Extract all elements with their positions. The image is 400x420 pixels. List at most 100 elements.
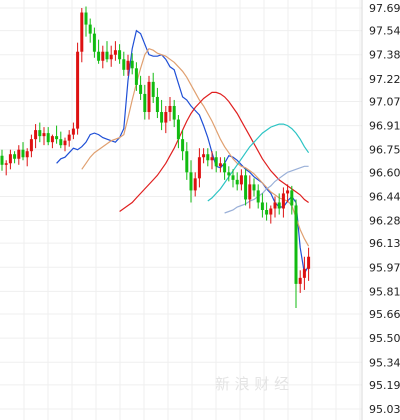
candle	[0, 149, 4, 171]
candle	[113, 41, 117, 61]
candle-body	[151, 81, 155, 97]
y-tick-label: 95.81	[369, 285, 400, 298]
candle	[97, 39, 101, 64]
candle	[17, 145, 21, 165]
candle-body	[134, 68, 138, 85]
candle-body	[29, 139, 33, 152]
candle-body	[160, 112, 164, 123]
candle-body	[21, 149, 25, 158]
candle-body	[67, 134, 71, 141]
candle	[8, 149, 12, 170]
candle	[181, 130, 185, 161]
candle-body	[227, 172, 231, 176]
candle-body	[63, 140, 67, 146]
y-tick-label: 96.91	[369, 120, 400, 133]
candle-body	[59, 139, 63, 146]
candle-body	[84, 12, 88, 25]
candle-body	[155, 96, 159, 113]
candle	[193, 172, 197, 197]
candle-body	[239, 175, 243, 185]
candle-body	[130, 60, 134, 69]
y-tick-label: 96.60	[369, 166, 400, 179]
y-tick-label: 95.34	[369, 356, 400, 369]
y-tick-label: 95.19	[369, 379, 400, 392]
candle-body	[218, 163, 222, 167]
candle	[256, 184, 260, 209]
candle-body	[55, 136, 59, 140]
candle	[281, 187, 285, 218]
candle	[4, 160, 8, 176]
candle-body	[0, 155, 4, 165]
y-tick-label: 96.44	[369, 190, 400, 203]
candlestick-chart: 97.69 97.54 97.38 97.22 97.07 96.91 96.75 96.60…	[0, 0, 400, 420]
candle	[302, 256, 306, 290]
candle	[25, 148, 29, 167]
candle-body	[244, 175, 248, 200]
candle-body	[172, 105, 176, 120]
candle	[210, 151, 214, 170]
candle-body	[101, 51, 105, 61]
candle	[248, 175, 252, 209]
candle	[29, 134, 33, 158]
candle	[105, 41, 109, 63]
candle-body	[260, 202, 264, 211]
y-tick-label: 97.07	[369, 95, 400, 108]
candle-body	[13, 154, 17, 159]
candle-body	[71, 128, 75, 135]
candle-body	[42, 133, 46, 137]
candle-body	[147, 81, 151, 113]
candle-body	[256, 190, 260, 203]
watermark: 新 浪 财 经	[215, 375, 289, 393]
candle	[109, 45, 113, 67]
candle	[252, 178, 256, 197]
candle-body	[269, 208, 273, 215]
candle-body	[76, 51, 80, 129]
candle-body	[210, 157, 214, 161]
grid-lines	[0, 0, 362, 420]
candle	[13, 151, 17, 164]
candle-body	[38, 130, 42, 137]
candle	[214, 151, 218, 173]
candle	[307, 247, 311, 281]
candle	[151, 72, 155, 103]
candle-body	[307, 256, 311, 269]
candle-body	[113, 50, 117, 55]
y-axis-ticks: 97.69 97.54 97.38 97.22 97.07 96.91 96.75 96.60…	[369, 2, 400, 416]
candle	[298, 270, 302, 293]
candle-body	[286, 190, 290, 194]
y-tick-label: 95.50	[369, 332, 400, 345]
candle-body	[126, 60, 130, 70]
candle-body	[80, 12, 84, 52]
candle-body	[197, 157, 201, 179]
candle-body	[164, 112, 168, 123]
candle-body	[34, 130, 38, 140]
candle-body	[206, 154, 210, 161]
candle-body	[25, 151, 29, 158]
candle	[155, 87, 159, 119]
candle	[122, 51, 126, 76]
candle	[84, 6, 88, 37]
candle-body	[281, 193, 285, 209]
candle	[260, 193, 264, 218]
candle-body	[277, 202, 281, 209]
y-tick-label: 97.38	[369, 49, 400, 62]
candle-body	[248, 184, 252, 200]
y-tick-label: 96.13	[369, 237, 400, 250]
candle	[59, 131, 63, 149]
candle-body	[46, 133, 50, 143]
candle	[55, 125, 59, 144]
candle	[176, 115, 180, 149]
candle-body	[235, 179, 239, 185]
candle	[244, 169, 248, 206]
y-tick-label: 96.28	[369, 215, 400, 228]
candle-body	[290, 190, 294, 206]
candle-body	[17, 149, 21, 159]
candle-body	[202, 154, 206, 158]
candle-body	[298, 277, 302, 284]
candle	[76, 42, 80, 135]
candle	[88, 18, 92, 43]
y-tick-label: 95.66	[369, 308, 400, 321]
candle-body	[88, 24, 92, 34]
candle	[265, 202, 269, 221]
candle	[80, 8, 84, 63]
